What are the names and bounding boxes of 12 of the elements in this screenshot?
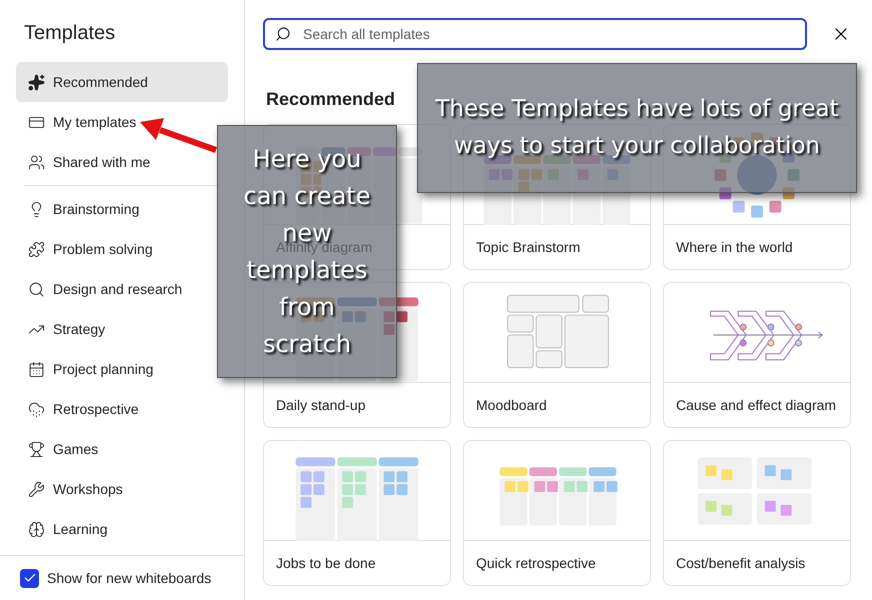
- checkbox-label: Show for new whiteboards: [47, 568, 212, 588]
- template-title: Jobs to be done: [276, 554, 376, 572]
- template-title: Topic Brainstorm: [476, 238, 580, 257]
- callout-tooltip: These Templates have lots of great ways to start your collaboration: [417, 63, 857, 193]
- template-title: Daily stand-up: [276, 396, 366, 415]
- template-title: Quick retrospective: [476, 554, 596, 573]
- template-title: Cause and effect diagram: [676, 396, 836, 415]
- sidebar-title: Templates: [23, 21, 116, 46]
- template-title: Where in the world: [676, 238, 793, 256]
- section-title: Recommended: [266, 88, 396, 111]
- template-title: Cost/benefit analysis: [676, 554, 806, 573]
- template-title: Moodboard: [476, 396, 547, 414]
